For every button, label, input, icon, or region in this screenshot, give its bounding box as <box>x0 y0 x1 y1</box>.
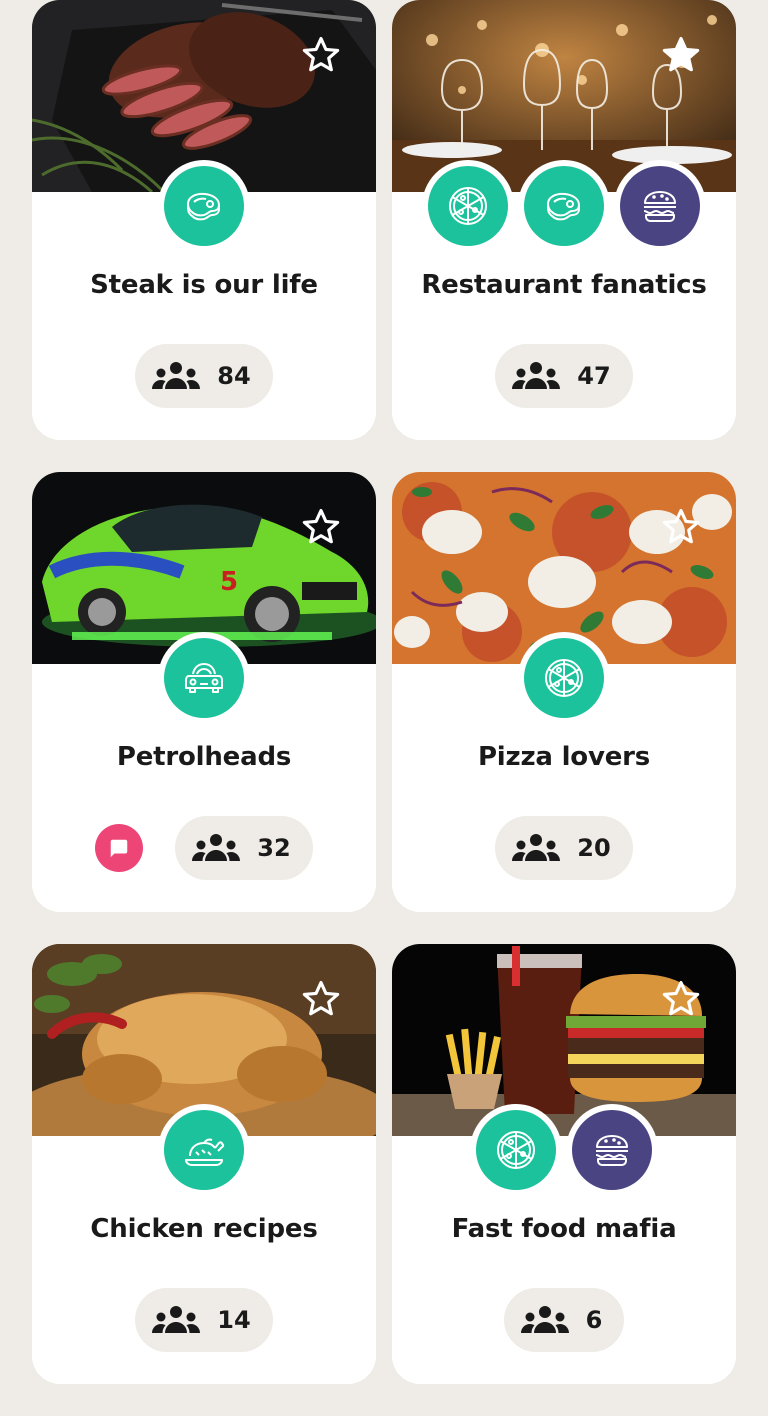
group-title: Pizza lovers <box>477 742 651 772</box>
member-count: 84 <box>217 362 251 390</box>
people-icon <box>512 834 561 861</box>
group-title: Petrolheads <box>116 742 292 772</box>
pizza-icon <box>497 1131 535 1169</box>
svg-text:5: 5 <box>220 567 238 597</box>
group-card-petrolheads[interactable]: 5 Petrolheads 32 <box>32 472 376 912</box>
favorite-star-icon[interactable] <box>300 34 342 76</box>
category-badges <box>392 1104 736 1196</box>
group-card-steak[interactable]: Steak is our life 84 <box>32 0 376 440</box>
category-badge <box>470 1104 562 1196</box>
category-badge <box>158 1104 250 1196</box>
group-title: Restaurant fanatics <box>421 270 707 300</box>
category-badge <box>158 632 250 724</box>
category-badge <box>614 160 706 252</box>
category-badges <box>392 160 736 252</box>
group-title: Fast food mafia <box>451 1214 677 1244</box>
members-pill[interactable]: 20 <box>495 816 633 880</box>
group-card-restaurant[interactable]: Restaurant fanatics 47 <box>392 0 736 440</box>
favorite-star-icon[interactable] <box>660 34 702 76</box>
burger-icon <box>595 1135 628 1166</box>
members-pill[interactable]: 47 <box>495 344 633 408</box>
category-badge <box>518 632 610 724</box>
chat-button[interactable] <box>95 824 144 872</box>
favorite-star-icon[interactable] <box>300 978 342 1020</box>
steak-icon <box>547 192 580 221</box>
card-footer: 84 <box>32 344 376 408</box>
category-badge <box>566 1104 658 1196</box>
category-badge <box>518 160 610 252</box>
card-footer: 32 <box>32 816 376 880</box>
category-badge <box>158 160 250 252</box>
category-badges <box>32 632 376 724</box>
card-footer: 47 <box>392 344 736 408</box>
group-card-chicken[interactable]: Chicken recipes 14 <box>32 944 376 1384</box>
card-footer: 20 <box>392 816 736 880</box>
favorite-star-icon[interactable] <box>660 506 702 548</box>
card-footer: 6 <box>392 1288 736 1352</box>
members-pill[interactable]: 14 <box>135 1288 273 1352</box>
member-count: 47 <box>577 362 611 390</box>
steak-icon <box>187 192 220 221</box>
group-title: Steak is our life <box>90 270 318 300</box>
category-badge <box>422 160 514 252</box>
member-count: 32 <box>257 834 291 862</box>
favorite-star-icon[interactable] <box>300 506 342 548</box>
car-icon <box>185 663 223 693</box>
members-pill[interactable]: 6 <box>503 1288 625 1352</box>
card-footer: 14 <box>32 1288 376 1352</box>
favorite-star-icon[interactable] <box>660 978 702 1020</box>
group-card-pizza[interactable]: Pizza lovers 20 <box>392 472 736 912</box>
category-badges <box>32 1104 376 1196</box>
member-count: 20 <box>577 834 611 862</box>
members-pill[interactable]: 84 <box>135 344 273 408</box>
group-card-fast-food[interactable]: Fast food mafia 6 <box>392 944 736 1384</box>
pizza-icon <box>449 187 487 225</box>
people-icon <box>520 1306 569 1333</box>
members-pill[interactable]: 32 <box>175 816 313 880</box>
people-icon <box>192 834 241 861</box>
pizza-icon <box>545 659 583 697</box>
member-count: 6 <box>585 1306 603 1334</box>
chat-icon <box>111 839 128 858</box>
category-badges <box>392 632 736 724</box>
group-grid: Steak is our life 84 Restaurant fanatics… <box>0 0 768 1416</box>
group-title: Chicken recipes <box>90 1214 318 1244</box>
member-count: 14 <box>217 1306 251 1334</box>
category-badges <box>32 160 376 252</box>
burger-icon <box>643 191 676 222</box>
chicken-icon <box>185 1138 225 1166</box>
people-icon <box>512 362 561 389</box>
people-icon <box>152 1306 201 1333</box>
people-icon <box>152 362 201 389</box>
